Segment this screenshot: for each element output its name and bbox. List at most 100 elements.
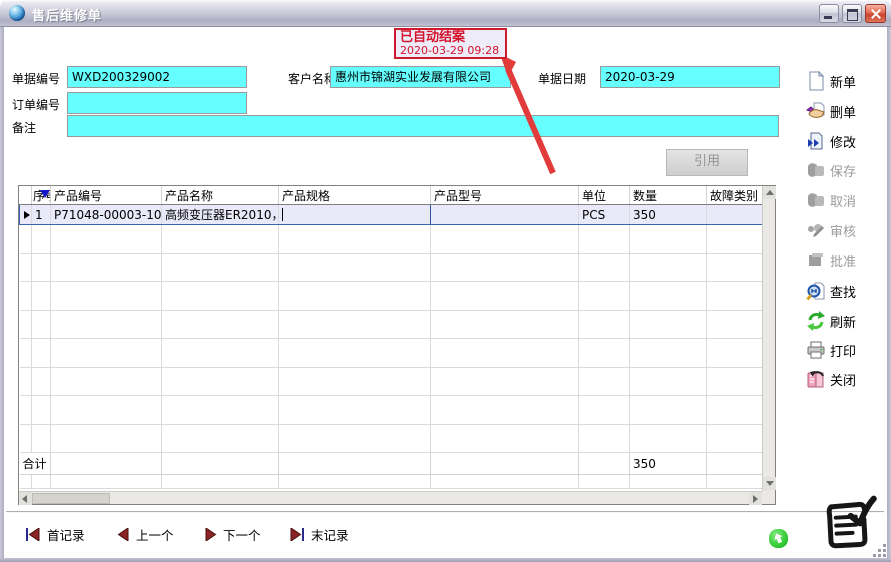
maximize-button[interactable] (842, 4, 862, 23)
annotation-arrow-icon (480, 50, 570, 182)
col-header-fault-type[interactable]: 故障类别 (707, 186, 763, 205)
audit-icon (806, 220, 826, 240)
next-record-icon (204, 528, 217, 541)
col-header-unit[interactable]: 单位 (579, 186, 630, 205)
sort-desc-icon (40, 190, 50, 198)
toolbar-refresh-button[interactable]: 刷新 (806, 310, 878, 332)
remark-label: 备注 (12, 119, 36, 136)
app-globe-icon (9, 5, 25, 21)
cell-product-name[interactable]: 高频变压器ER2010， (162, 205, 279, 225)
detail-grid-table: 序号 产品编号 产品名称 产品规格 产品型号 单位 数量 故障类别 1 P71 (19, 186, 762, 489)
order-no-field[interactable] (67, 92, 247, 114)
delete-doc-icon (806, 101, 826, 121)
scroll-left-button[interactable] (19, 492, 32, 505)
grid-empty-row[interactable] (20, 282, 763, 311)
cell-model[interactable] (431, 205, 579, 225)
col-header-seq[interactable]: 序号 (32, 186, 51, 205)
cell-product-no[interactable]: P71048-00003-10 (51, 205, 162, 225)
app-window: 售后维修单 已自动结案 2020-03-29 09:28 单据编号 WXD200… (0, 0, 891, 562)
detail-grid: 序号 产品编号 产品名称 产品规格 产品型号 单位 数量 故障类别 1 P71 (18, 185, 776, 505)
stamp-status-text: 已自动结案 (400, 31, 501, 45)
col-header-qty[interactable]: 数量 (630, 186, 707, 205)
first-record-icon (25, 528, 41, 541)
grid-empty-row[interactable] (20, 339, 763, 368)
minimize-button[interactable] (819, 4, 839, 23)
col-header-product-name[interactable]: 产品名称 (162, 186, 279, 205)
grid-empty-row[interactable] (20, 475, 763, 489)
nav-first-record[interactable]: 首记录 (25, 525, 85, 543)
vertical-scrollbar[interactable] (762, 186, 775, 491)
window-border (0, 558, 891, 562)
cell-fault-type[interactable] (707, 205, 763, 225)
toolbar-approve-button: 批准 (806, 249, 878, 271)
col-header-product-no[interactable]: 产品编号 (51, 186, 162, 205)
doc-no-field[interactable]: WXD200329002 (67, 66, 247, 88)
cell-spec-editing[interactable] (279, 205, 431, 225)
resize-grip[interactable] (872, 543, 886, 557)
customer-label: 客户名称 (288, 70, 336, 87)
save-icon (806, 160, 826, 180)
row-selector-cell[interactable] (20, 205, 32, 225)
close-button[interactable] (865, 4, 886, 23)
edit-doc-icon (806, 131, 826, 151)
toolbar-save-button: 保存 (806, 159, 878, 181)
grid-empty-row[interactable] (20, 310, 763, 339)
window-border (887, 24, 891, 562)
remark-field[interactable] (67, 115, 779, 137)
cell-qty[interactable]: 350 (630, 205, 707, 225)
toolbar-delete-button[interactable]: 删单 (806, 100, 878, 122)
total-label-cell: 合计 (20, 453, 51, 475)
grid-row-selected[interactable]: 1 P71048-00003-10 高频变压器ER2010， PCS 350 (20, 205, 763, 225)
cell-unit[interactable]: PCS (579, 205, 630, 225)
horizontal-scrollbar[interactable] (19, 491, 762, 504)
scrollbar-corner (762, 491, 775, 504)
new-doc-icon (806, 71, 826, 91)
stamp-datetime: 2020-03-29 09:28 (400, 45, 501, 57)
grid-empty-row[interactable] (20, 424, 763, 453)
divider (6, 512, 884, 513)
text-caret (282, 208, 283, 221)
scroll-up-button[interactable] (763, 186, 776, 199)
toolbar-new-button[interactable]: 新单 (806, 70, 878, 92)
toolbar-find-button[interactable]: 查找 (806, 280, 878, 302)
window-title: 售后维修单 (32, 5, 102, 24)
app-logo (818, 492, 880, 552)
close-doc-icon (806, 369, 826, 389)
toolbar-modify-button[interactable]: 修改 (806, 130, 878, 152)
refresh-icon (806, 311, 826, 331)
grid-total-row: 合计 350 (20, 453, 763, 475)
title-bar[interactable]: 售后维修单 (0, 0, 891, 27)
grid-empty-row[interactable] (20, 225, 763, 254)
order-no-label: 订单编号 (12, 96, 60, 113)
toolbar-print-button[interactable]: 打印 (806, 339, 878, 361)
grid-empty-row[interactable] (20, 367, 763, 396)
grid-empty-row[interactable] (20, 253, 763, 282)
grid-header-row: 序号 产品编号 产品名称 产品规格 产品型号 单位 数量 故障类别 (20, 186, 763, 205)
nav-next-record[interactable]: 下一个 (204, 525, 261, 543)
nav-previous-record[interactable]: 上一个 (117, 525, 174, 543)
row-selector-header (20, 186, 32, 205)
cell-seq[interactable]: 1 (32, 205, 51, 225)
scroll-right-button[interactable] (749, 492, 762, 505)
print-icon (806, 340, 826, 360)
window-border (0, 24, 4, 562)
last-record-icon (289, 528, 305, 541)
grid-empty-row[interactable] (20, 396, 763, 425)
doc-date-field[interactable]: 2020-03-29 (600, 66, 780, 88)
col-header-model[interactable]: 产品型号 (431, 186, 579, 205)
thumb-arrow-icon (769, 529, 788, 548)
col-header-spec[interactable]: 产品规格 (279, 186, 431, 205)
toolbar-close-button[interactable]: 关闭 (806, 368, 878, 390)
cancel-icon (806, 190, 826, 210)
scroll-down-button[interactable] (763, 477, 776, 490)
nav-last-record[interactable]: 末记录 (289, 525, 349, 543)
quote-button[interactable]: 引用 (666, 149, 748, 176)
current-row-icon (24, 211, 30, 219)
toolbar-cancel-button: 取消 (806, 189, 878, 211)
hscroll-thumb[interactable] (32, 493, 110, 504)
total-qty-cell: 350 (630, 453, 707, 475)
search-icon (806, 281, 826, 301)
doc-no-label: 单据编号 (12, 70, 60, 87)
toolbar-audit-button: 审核 (806, 219, 878, 241)
assistant-badge-button[interactable] (769, 529, 788, 548)
